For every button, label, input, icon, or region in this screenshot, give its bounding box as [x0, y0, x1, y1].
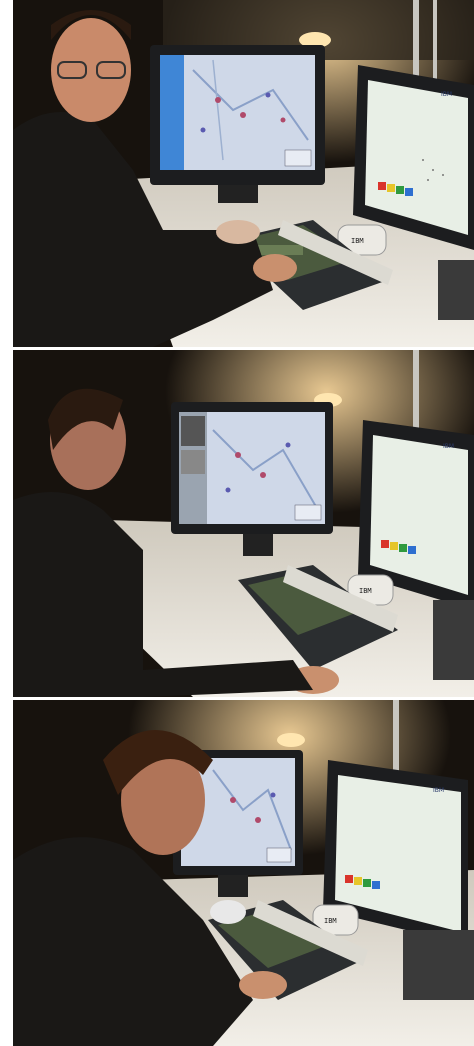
photo-panel-1: IBM IBM	[13, 0, 474, 347]
desk-lamp	[277, 733, 305, 747]
monitor-brand: IBM	[433, 787, 444, 794]
tag-holder	[403, 930, 474, 1000]
scanner-label: IBM	[324, 917, 337, 925]
map-monitor	[150, 45, 325, 203]
monitor-brand: IBM	[441, 91, 452, 98]
monitor-brand: IBM	[443, 443, 454, 450]
map-monitor	[171, 402, 333, 556]
right-hand	[253, 254, 297, 282]
scanner-label: IBM	[359, 587, 372, 595]
right-hand	[239, 971, 287, 999]
photo-panel-3: IBM IBM	[13, 700, 474, 1046]
photo-panel-2: IBM IBM	[13, 350, 474, 697]
face	[51, 18, 131, 122]
photo-1-scene: IBM IBM	[13, 0, 474, 347]
tag-holder	[438, 260, 474, 320]
photo-3-scene: IBM IBM	[13, 700, 474, 1046]
photo-2-scene: IBM IBM	[13, 350, 474, 697]
scanner-label: IBM	[351, 237, 364, 245]
left-hand	[216, 220, 260, 244]
gloved-hand	[210, 900, 246, 924]
tag-holder	[433, 600, 474, 680]
